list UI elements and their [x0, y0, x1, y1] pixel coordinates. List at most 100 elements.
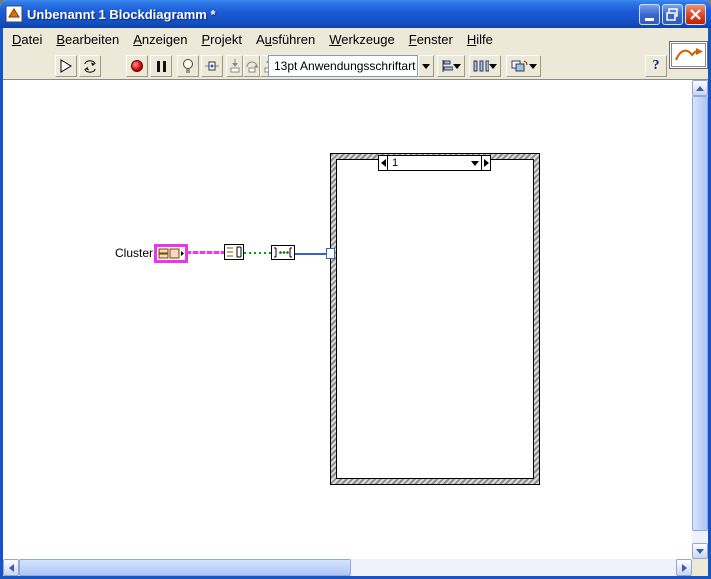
- restore-button[interactable]: [662, 4, 683, 25]
- run-icon: [60, 59, 72, 73]
- labview-logo-icon: [671, 43, 706, 67]
- scroll-left-button[interactable]: [3, 559, 19, 576]
- menu-accesskey: A: [133, 32, 142, 47]
- dropdown-icon: [453, 63, 461, 69]
- decrement-icon: [380, 159, 386, 167]
- previous-frame-button[interactable]: [379, 156, 388, 170]
- menu-item-bearbeiten[interactable]: Bearbeiten: [49, 29, 126, 51]
- pause-button[interactable]: [150, 55, 172, 77]
- menu-accesskey: D: [12, 32, 22, 47]
- font-selector[interactable]: 13pt Anwendungsschriftart: [268, 55, 418, 77]
- horizontal-scroll-thumb[interactable]: [19, 559, 351, 576]
- minimize-icon: [645, 17, 654, 21]
- convert-node[interactable]: [271, 245, 295, 265]
- menu-accesskey: u: [264, 32, 272, 47]
- retain-wire-values-icon: [205, 61, 219, 71]
- menu-accesskey: H: [466, 32, 477, 47]
- close-button[interactable]: [685, 4, 706, 25]
- sequence-structure[interactable]: [330, 153, 540, 485]
- unbundle-icon: [224, 244, 244, 260]
- convert-icon: [271, 245, 295, 260]
- titlebar[interactable]: Unbenannt 1 Blockdiagramm *: [0, 0, 711, 28]
- dropdown-icon: [422, 63, 430, 69]
- menu-label: ilfe: [476, 32, 493, 47]
- cluster-glyph-icon: [158, 248, 184, 259]
- cluster-wire[interactable]: [186, 251, 226, 254]
- menu-label: sführen: [271, 32, 316, 47]
- minimize-button[interactable]: [639, 4, 660, 25]
- font-selector-dropdown[interactable]: [418, 55, 434, 77]
- menu-item-hilfe[interactable]: Hilfe: [460, 29, 500, 51]
- step-into-button[interactable]: [226, 55, 243, 77]
- abort-button[interactable]: [126, 55, 148, 77]
- increment-icon: [483, 159, 489, 167]
- frame-selector-dropdown[interactable]: [469, 160, 481, 166]
- menu-accesskey: B: [56, 32, 66, 47]
- labview-vi-icon: [5, 5, 23, 23]
- menu-label: atei: [21, 32, 43, 47]
- distribute-objects-button[interactable]: [469, 55, 501, 77]
- menu-item-datei[interactable]: Datei: [5, 29, 49, 51]
- numeric-wire[interactable]: [295, 253, 329, 255]
- cluster-terminal[interactable]: [154, 244, 188, 263]
- scroll-down-button[interactable]: [692, 543, 708, 559]
- reorder-objects-icon: [511, 60, 528, 72]
- retain-wire-values-button[interactable]: [201, 55, 223, 77]
- menu-accesskey: F: [408, 32, 417, 47]
- step-over-button[interactable]: [243, 55, 260, 77]
- scroll-right-icon: [681, 563, 687, 572]
- abort-icon: [131, 60, 143, 72]
- highlight-execution-icon: [183, 59, 193, 73]
- menu-label: nzeigen: [141, 32, 188, 47]
- run-button[interactable]: [55, 55, 77, 77]
- frame-selector[interactable]: 1: [378, 155, 491, 171]
- menu-label: enster: [416, 32, 453, 47]
- menu-item-ausfuehren[interactable]: Ausführen: [249, 29, 322, 51]
- run-continuous-icon: [84, 59, 96, 73]
- vertical-scrollbar[interactable]: [692, 80, 708, 559]
- restore-icon: [666, 8, 678, 21]
- step-into-icon: [230, 59, 239, 73]
- menu-label: rojekt: [210, 32, 242, 47]
- scroll-down-icon: [696, 548, 704, 554]
- menu-bar: Datei Bearbeiten Anzeigen Projekt Ausfüh…: [3, 28, 708, 52]
- block-diagram-canvas[interactable]: Cluster 1: [3, 80, 692, 559]
- sequence-frame-interior[interactable]: [336, 159, 534, 479]
- titlebar-buttons: [639, 4, 706, 25]
- step-over-icon: [246, 61, 258, 73]
- menu-accesskey: P: [201, 32, 211, 47]
- dropdown-icon: [471, 160, 479, 166]
- align-objects-button[interactable]: [437, 55, 465, 77]
- scroll-up-button[interactable]: [692, 80, 708, 96]
- menu-accesskey: W: [329, 32, 342, 47]
- menu-item-werkzeuge[interactable]: Werkzeuge: [322, 29, 402, 51]
- cluster-label[interactable]: Cluster: [115, 246, 153, 260]
- menu-label: A: [255, 32, 265, 47]
- scroll-right-button[interactable]: [676, 559, 692, 576]
- vi-icon-button[interactable]: [669, 41, 708, 69]
- boolean-wire[interactable]: [244, 252, 273, 254]
- reorder-objects-button[interactable]: [506, 55, 541, 77]
- labview-window: Unbenannt 1 Blockdiagramm * Datei Bearbe…: [0, 0, 711, 579]
- vertical-scroll-thumb[interactable]: [692, 96, 708, 531]
- menu-item-projekt[interactable]: Projekt: [194, 29, 248, 51]
- scroll-left-icon: [8, 563, 14, 572]
- run-continuous-button[interactable]: [79, 55, 101, 77]
- scrollbar-corner: [692, 559, 708, 576]
- highlight-execution-button[interactable]: [177, 55, 199, 77]
- menu-label: erkzeuge: [341, 32, 395, 47]
- frame-number: 1: [392, 157, 399, 169]
- dropdown-icon: [489, 63, 497, 69]
- tunnel[interactable]: [326, 248, 335, 259]
- horizontal-scrollbar[interactable]: [3, 559, 692, 576]
- window-title: Unbenannt 1 Blockdiagramm *: [27, 6, 216, 22]
- close-icon: [690, 9, 701, 20]
- menu-item-fenster[interactable]: Fenster: [402, 29, 460, 51]
- menu-item-anzeigen[interactable]: Anzeigen: [126, 29, 194, 51]
- window-frame-left: [0, 28, 3, 579]
- align-objects-icon: [442, 60, 453, 72]
- toolbar: 13pt Anwendungsschriftart ?: [3, 52, 708, 80]
- help-button[interactable]: ?: [645, 55, 667, 77]
- next-frame-button[interactable]: [481, 156, 490, 170]
- unbundle-node[interactable]: [224, 244, 244, 265]
